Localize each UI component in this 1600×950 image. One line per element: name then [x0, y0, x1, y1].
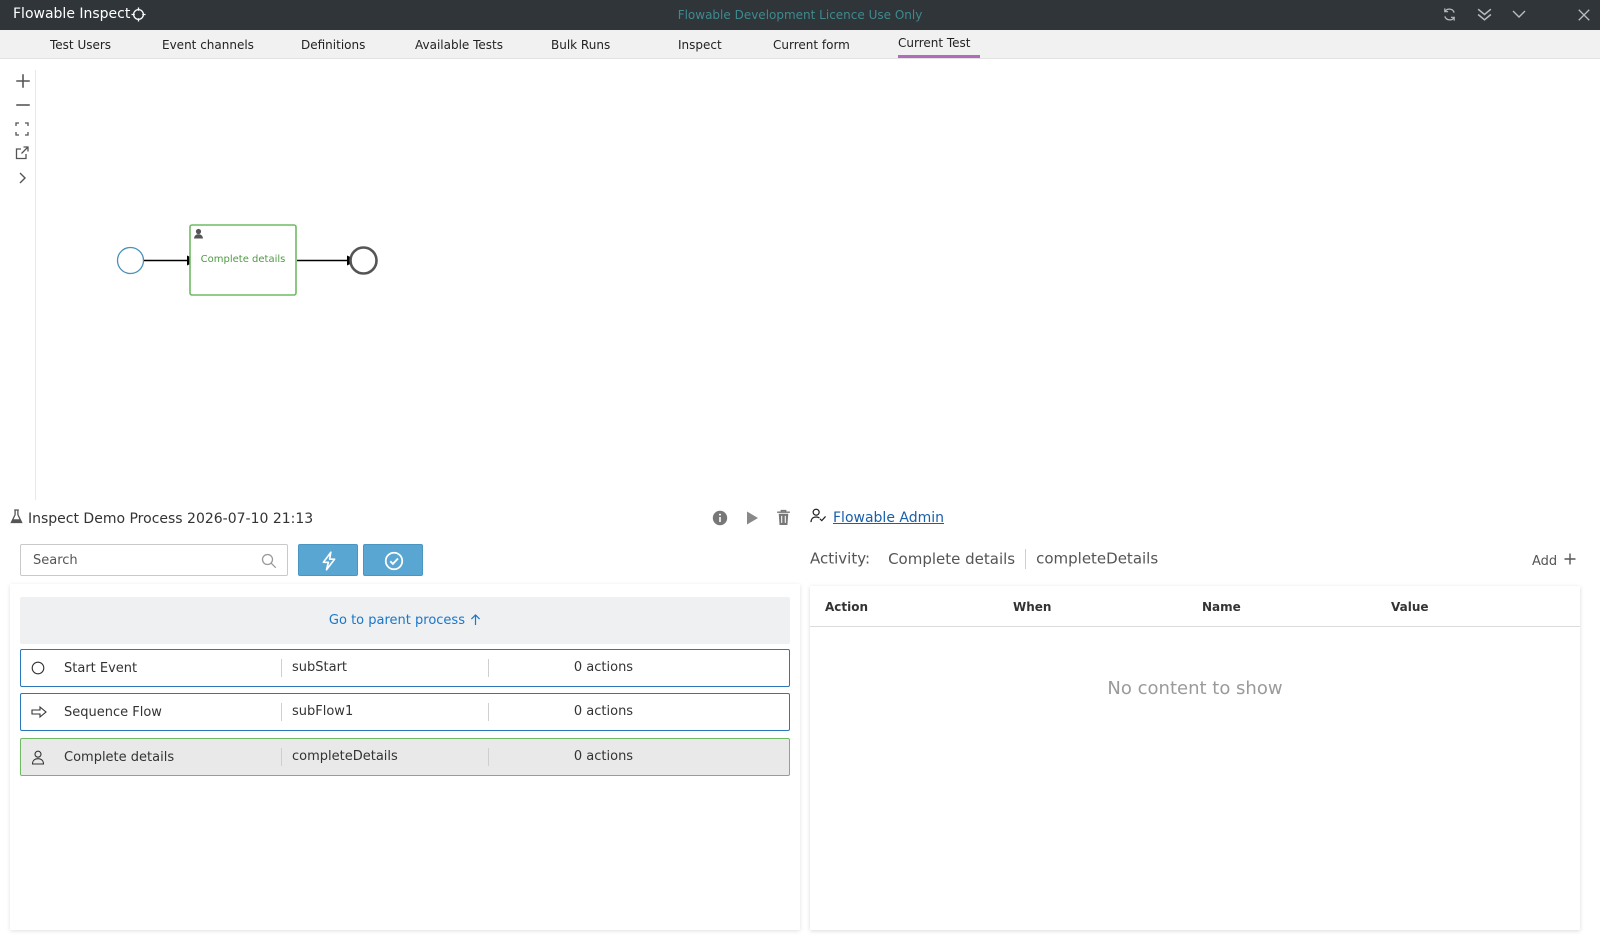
column-header-when[interactable]: When [1013, 600, 1051, 614]
tab-available-tests[interactable]: Available Tests [415, 38, 503, 52]
parent-process-link[interactable]: Go to parent process [329, 613, 465, 628]
trigger-button[interactable] [298, 544, 358, 576]
user-task-label[interactable]: Complete details [190, 254, 296, 265]
activity-name: Sequence Flow [64, 705, 162, 720]
activity-name: Complete details [64, 750, 175, 765]
process-diagram: Complete details [10, 60, 1600, 500]
column-header-action[interactable]: Action [825, 600, 868, 614]
column-header-name[interactable]: Name [1202, 600, 1241, 614]
process-title: Inspect Demo Process 2026-07-10 21:13 [28, 510, 314, 527]
title-bar: Flowable Inspect Flowable Development Li… [0, 0, 1600, 30]
arrow-up-icon[interactable] [470, 611, 481, 630]
activity-label: Activity: [810, 549, 871, 568]
add-button[interactable]: Add [1532, 553, 1576, 569]
user-link[interactable]: Flowable Admin [833, 510, 944, 526]
plus-icon [1564, 553, 1576, 569]
play-icon[interactable] [745, 510, 759, 530]
tab-bar: Test Users Event channels Definitions Av… [0, 30, 1600, 59]
activity-name: Start Event [64, 661, 138, 676]
arrow-right-icon [31, 705, 47, 723]
empty-state: No content to show [1107, 678, 1283, 699]
search-icon[interactable] [261, 553, 277, 573]
activity-row[interactable]: Sequence Flow subFlow1 0 actions [20, 693, 790, 731]
activity-actions: 0 actions [488, 659, 718, 677]
tab-bulk-runs[interactable]: Bulk Runs [551, 38, 610, 52]
activity-id: subFlow1 [281, 703, 353, 721]
close-icon[interactable] [1577, 7, 1591, 26]
parent-process-box: Go to parent process [20, 597, 790, 644]
activity-actions: 0 actions [488, 703, 718, 721]
refresh-icon[interactable] [1442, 7, 1457, 26]
tab-current-form[interactable]: Current form [773, 38, 850, 52]
user-check-icon [810, 508, 827, 527]
double-chevron-down-icon[interactable] [1476, 6, 1493, 27]
info-icon[interactable] [712, 510, 728, 530]
search-input[interactable] [21, 545, 241, 575]
tab-definitions[interactable]: Definitions [301, 38, 365, 52]
activity-detail-id: completeDetails [1036, 549, 1159, 568]
trash-icon[interactable] [776, 509, 791, 530]
flask-icon [10, 509, 23, 528]
activity-id: subStart [281, 659, 347, 677]
licence-notice: Flowable Development Licence Use Only [677, 8, 923, 22]
column-header-value[interactable]: Value [1391, 600, 1429, 614]
activity-row[interactable]: Start Event subStart 0 actions [20, 649, 790, 687]
header-divider [810, 626, 1580, 627]
circle-icon [31, 661, 45, 679]
process-header: Inspect Demo Process 2026-07-10 21:13 [10, 509, 313, 528]
tab-current-test[interactable]: Current Test [898, 36, 971, 50]
search-field [20, 544, 288, 576]
activity-id: completeDetails [281, 748, 398, 766]
divider [1025, 549, 1027, 569]
tab-event-channels[interactable]: Event channels [162, 38, 254, 52]
actions-table: Action When Name Value No content to sho… [810, 586, 1580, 930]
chevron-down-icon[interactable] [1511, 6, 1527, 26]
crosshair-icon[interactable] [131, 7, 146, 26]
activity-row[interactable]: Complete details completeDetails 0 actio… [20, 738, 790, 776]
activity-actions: 0 actions [488, 748, 718, 766]
start-event-shape [116, 246, 145, 275]
tab-test-users[interactable]: Test Users [50, 38, 111, 52]
active-tab-indicator [898, 55, 980, 58]
complete-button[interactable] [363, 544, 423, 576]
tab-inspect[interactable]: Inspect [678, 38, 722, 52]
user-icon [31, 750, 45, 769]
activity-detail-header: Activity: Complete details completeDetails [810, 549, 1158, 569]
app-title: Flowable Inspect [13, 6, 131, 22]
current-user: Flowable Admin [810, 508, 944, 527]
add-label: Add [1532, 554, 1558, 569]
activity-detail-name: Complete details [888, 549, 1016, 568]
end-event-shape [349, 246, 378, 275]
